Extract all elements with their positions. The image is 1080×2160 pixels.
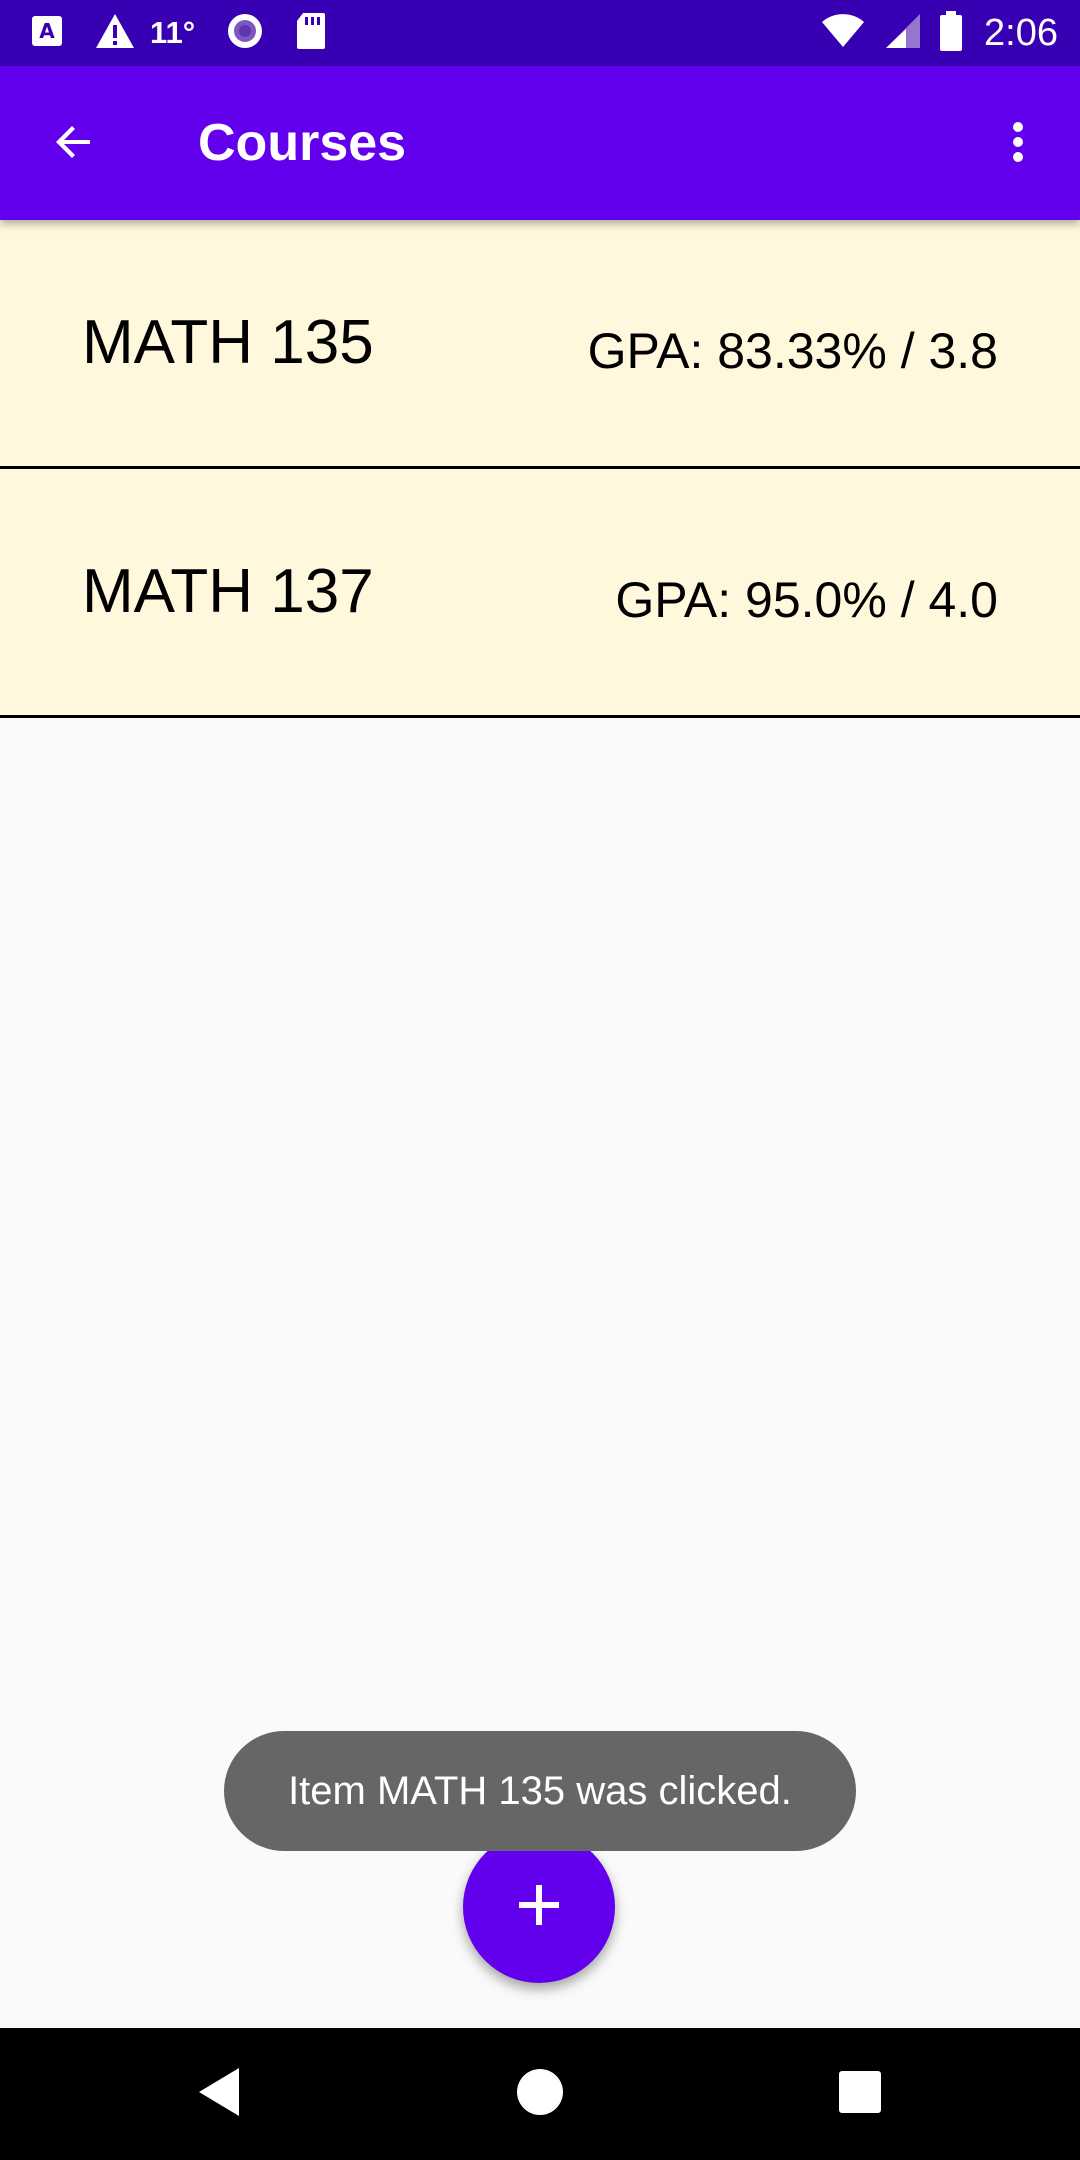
wifi-icon [820, 13, 866, 54]
add-icon [517, 1883, 561, 1932]
radio-circle-icon [225, 11, 265, 56]
screen: A 11° 2:06 Courses MATH 135 GPA: 83.33% … [0, 0, 1080, 2160]
keyboard-a-icon: A [30, 14, 64, 53]
sd-card-icon [295, 11, 327, 56]
warning-icon [94, 12, 136, 55]
signal-icon [882, 12, 922, 55]
back-triangle-icon [195, 2066, 245, 2123]
course-name: MATH 135 [82, 308, 374, 377]
course-list-item[interactable]: MATH 135 GPA: 83.33% / 3.8 [0, 220, 1080, 469]
battery-icon [938, 10, 964, 57]
home-circle-icon [515, 2067, 565, 2122]
add-course-button[interactable] [463, 1831, 615, 1983]
status-right-icons: 2:06 [804, 0, 1058, 66]
recents-square-icon [837, 2069, 883, 2120]
course-gpa: GPA: 83.33% / 3.8 [587, 323, 998, 379]
course-list-item[interactable]: MATH 137 GPA: 95.0% / 4.0 [0, 469, 1080, 718]
back-button[interactable] [38, 108, 110, 180]
app-bar: Courses [0, 66, 1080, 220]
nav-home-button[interactable] [500, 2054, 580, 2134]
status-left-icons: A 11° [30, 0, 357, 66]
temperature-text: 11° [150, 15, 196, 50]
nav-recents-button[interactable] [820, 2054, 900, 2134]
course-list: MATH 135 GPA: 83.33% / 3.8 MATH 137 GPA:… [0, 220, 1080, 718]
system-nav-bar [0, 2028, 1080, 2160]
clock-time: 2:06 [984, 11, 1058, 54]
more-vert-icon [1010, 118, 1026, 171]
toast-message: Item MATH 135 was clicked. [224, 1731, 856, 1851]
course-gpa: GPA: 95.0% / 4.0 [615, 572, 998, 628]
status-bar: A 11° 2:06 [0, 0, 1080, 66]
svg-text:A: A [39, 19, 55, 43]
page-title: Courses [198, 114, 407, 172]
overflow-menu-button[interactable] [986, 108, 1050, 180]
nav-back-button[interactable] [180, 2054, 260, 2134]
arrow-back-icon [50, 118, 98, 171]
course-name: MATH 137 [82, 557, 374, 626]
